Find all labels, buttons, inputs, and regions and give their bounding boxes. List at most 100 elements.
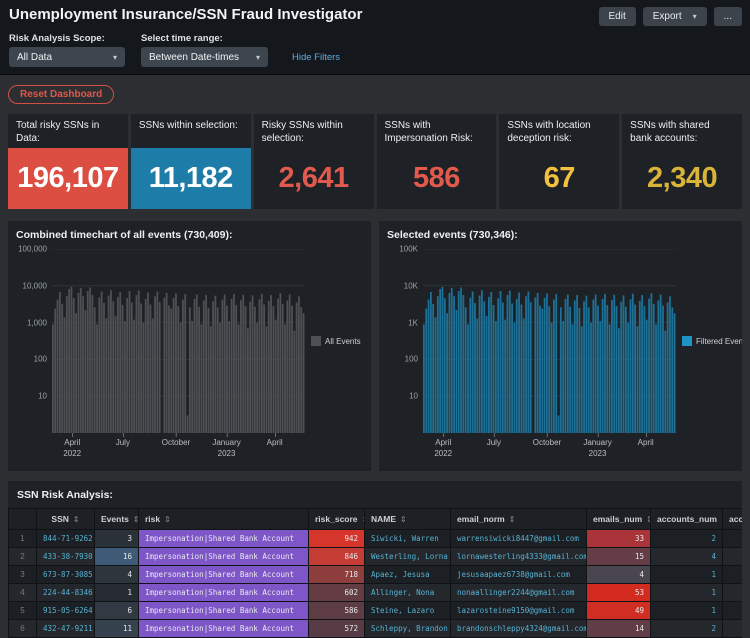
- cell-risk-score[interactable]: 572: [309, 620, 365, 638]
- cell-accounts-num[interactable]: 1: [651, 584, 723, 602]
- cell-risk-score[interactable]: 942: [309, 530, 365, 548]
- legend-label[interactable]: Filtered Events: [696, 337, 742, 346]
- column-header-acct_sha[interactable]: acct_sha⇕: [723, 509, 743, 530]
- table-row[interactable]: 1844-71-92623Impersonation|Shared Bank A…: [9, 530, 743, 548]
- kpi-ssns-within-selection[interactable]: SSNs within selection: 11,182: [131, 114, 251, 209]
- all-events-chart-bars[interactable]: [52, 249, 305, 433]
- column-header-rownum: [9, 509, 37, 530]
- column-header-events[interactable]: Events⇕: [95, 509, 139, 530]
- kpi-total-risky-ssns[interactable]: Total risky SSNs in Data: 196,107: [8, 114, 128, 209]
- sort-icon[interactable]: ⇕: [164, 515, 171, 524]
- cell-name[interactable]: Schleppy, Brandon: [365, 620, 451, 638]
- cell-ssn[interactable]: 224-44-8346: [37, 584, 95, 602]
- column-header-accounts_num[interactable]: accounts_num⇕: [651, 509, 723, 530]
- cell-accounts-num[interactable]: 2: [651, 530, 723, 548]
- cell-emails-num[interactable]: 53: [587, 584, 651, 602]
- cell-name[interactable]: Westerling, Lorna: [365, 548, 451, 566]
- column-header-risk[interactable]: risk ⇕: [139, 509, 309, 530]
- sort-icon[interactable]: ⇕: [509, 515, 516, 524]
- column-header-email_norm[interactable]: email_norm ⇕: [451, 509, 587, 530]
- cell-emails-num[interactable]: 33: [587, 530, 651, 548]
- cell-name[interactable]: Steine, Lazaro: [365, 602, 451, 620]
- legend-label[interactable]: All Events: [325, 337, 361, 346]
- cell-email-norm[interactable]: warrensiwicki8447@gmail.com: [451, 530, 587, 548]
- export-button[interactable]: Export ▾: [643, 7, 707, 26]
- column-header-label: risk: [145, 514, 160, 524]
- cell-name[interactable]: Siwicki, Warren: [365, 530, 451, 548]
- cell-events[interactable]: 3: [95, 530, 139, 548]
- cell-risk[interactable]: Impersonation|Shared Bank Account: [139, 566, 309, 584]
- cell-events[interactable]: 11: [95, 620, 139, 638]
- all-events-plot[interactable]: [52, 249, 305, 433]
- cell-name[interactable]: Apaez, Jesusa: [365, 566, 451, 584]
- kpi-label: SSNs with Impersonation Risk:: [377, 114, 497, 148]
- cell-risk[interactable]: Impersonation|Shared Bank Account: [139, 530, 309, 548]
- cell-risk-score[interactable]: 586: [309, 602, 365, 620]
- cell-accounts-num[interactable]: 1: [651, 566, 723, 584]
- cell-accounts-num[interactable]: 2: [651, 620, 723, 638]
- table-row[interactable]: 6432-47-921111Impersonation|Shared Bank …: [9, 620, 743, 638]
- reset-dashboard-button[interactable]: Reset Dashboard: [8, 85, 114, 104]
- cell-email-norm[interactable]: jesusaapaez6738@gmail.com: [451, 566, 587, 584]
- cell-risk[interactable]: Impersonation|Shared Bank Account: [139, 584, 309, 602]
- time-range-dropdown[interactable]: Between Date-times ▾: [141, 47, 268, 67]
- table-row[interactable]: 3673-87-30854Impersonation|Shared Bank A…: [9, 566, 743, 584]
- column-header-label: accounts_num: [657, 514, 717, 524]
- column-header-name[interactable]: NAME⇕: [365, 509, 451, 530]
- cell-risk-score[interactable]: 602: [309, 584, 365, 602]
- cell-email-norm[interactable]: lornawesterling4333@gmail.com: [451, 548, 587, 566]
- cell-emails-num[interactable]: 4: [587, 566, 651, 584]
- column-header-risk_score[interactable]: risk_score⇕: [309, 509, 365, 530]
- cell-events[interactable]: 4: [95, 566, 139, 584]
- filtered-events-plot[interactable]: [423, 249, 676, 433]
- sort-icon[interactable]: ⇕: [133, 515, 139, 524]
- sort-icon[interactable]: ⇕: [400, 515, 407, 524]
- kpi-location-deception[interactable]: SSNs with location deception risk: 67: [499, 114, 619, 209]
- table-row[interactable]: 5915-05-62646Impersonation|Shared Bank A…: [9, 602, 743, 620]
- cell-email-norm[interactable]: brandonschleppy4324@gmail.com: [451, 620, 587, 638]
- cell-events[interactable]: 1: [95, 584, 139, 602]
- page-title: Unemployment Insurance/SSN Fraud Investi…: [9, 6, 362, 23]
- cell-ssn[interactable]: 432-47-9211: [37, 620, 95, 638]
- more-button[interactable]: ...: [714, 7, 742, 26]
- sort-icon[interactable]: ⇕: [73, 515, 80, 524]
- cell-risk[interactable]: Impersonation|Shared Bank Account: [139, 602, 309, 620]
- edit-button[interactable]: Edit: [599, 7, 636, 26]
- cell-events[interactable]: 16: [95, 548, 139, 566]
- column-header-label: risk_score: [315, 514, 358, 524]
- cell-email-norm[interactable]: nonaallinger2244@gmail.com: [451, 584, 587, 602]
- column-header-label: SSN: [51, 514, 68, 524]
- cell-risk-score[interactable]: 846: [309, 548, 365, 566]
- kpi-impersonation-risk[interactable]: SSNs with Impersonation Risk: 586: [377, 114, 497, 209]
- cell-acct-sha: [723, 602, 743, 620]
- cell-emails-num[interactable]: 14: [587, 620, 651, 638]
- cell-ssn[interactable]: 433-38-7930: [37, 548, 95, 566]
- cell-emails-num[interactable]: 15: [587, 548, 651, 566]
- cell-accounts-num[interactable]: 1: [651, 602, 723, 620]
- cell-accounts-num[interactable]: 4: [651, 548, 723, 566]
- cell-risk-score[interactable]: 718: [309, 566, 365, 584]
- cell-email-norm[interactable]: lazarosteine9150@gmail.com: [451, 602, 587, 620]
- scope-dropdown[interactable]: All Data ▾: [9, 47, 125, 67]
- hide-filters-link[interactable]: Hide Filters: [292, 52, 340, 63]
- column-header-emails_num[interactable]: emails_num⇕: [587, 509, 651, 530]
- kpi-value: 2,340: [622, 148, 742, 209]
- cell-name[interactable]: Allinger, Nona: [365, 584, 451, 602]
- cell-risk[interactable]: Impersonation|Shared Bank Account: [139, 620, 309, 638]
- cell-risk[interactable]: Impersonation|Shared Bank Account: [139, 548, 309, 566]
- column-header-label: email_norm: [457, 514, 505, 524]
- kpi-shared-bank-accounts[interactable]: SSNs with shared bank accounts: 2,340: [622, 114, 742, 209]
- dashboard-body: Reset Dashboard Total risky SSNs in Data…: [0, 75, 750, 638]
- cell-events[interactable]: 6: [95, 602, 139, 620]
- kpi-risky-ssns-selection[interactable]: Risky SSNs within selection: 2,641: [254, 114, 374, 209]
- table-row[interactable]: 4224-44-83461Impersonation|Shared Bank A…: [9, 584, 743, 602]
- cell-emails-num[interactable]: 49: [587, 602, 651, 620]
- column-header-ssn[interactable]: SSN ⇕: [37, 509, 95, 530]
- table-row[interactable]: 2433-38-793016Impersonation|Shared Bank …: [9, 548, 743, 566]
- cell-ssn[interactable]: 673-87-3085: [37, 566, 95, 584]
- caret-down-icon: ▾: [693, 12, 697, 21]
- sort-icon[interactable]: ⇕: [646, 515, 650, 524]
- filtered-events-chart-bars[interactable]: [423, 249, 676, 433]
- cell-ssn[interactable]: 844-71-9262: [37, 530, 95, 548]
- cell-ssn[interactable]: 915-05-6264: [37, 602, 95, 620]
